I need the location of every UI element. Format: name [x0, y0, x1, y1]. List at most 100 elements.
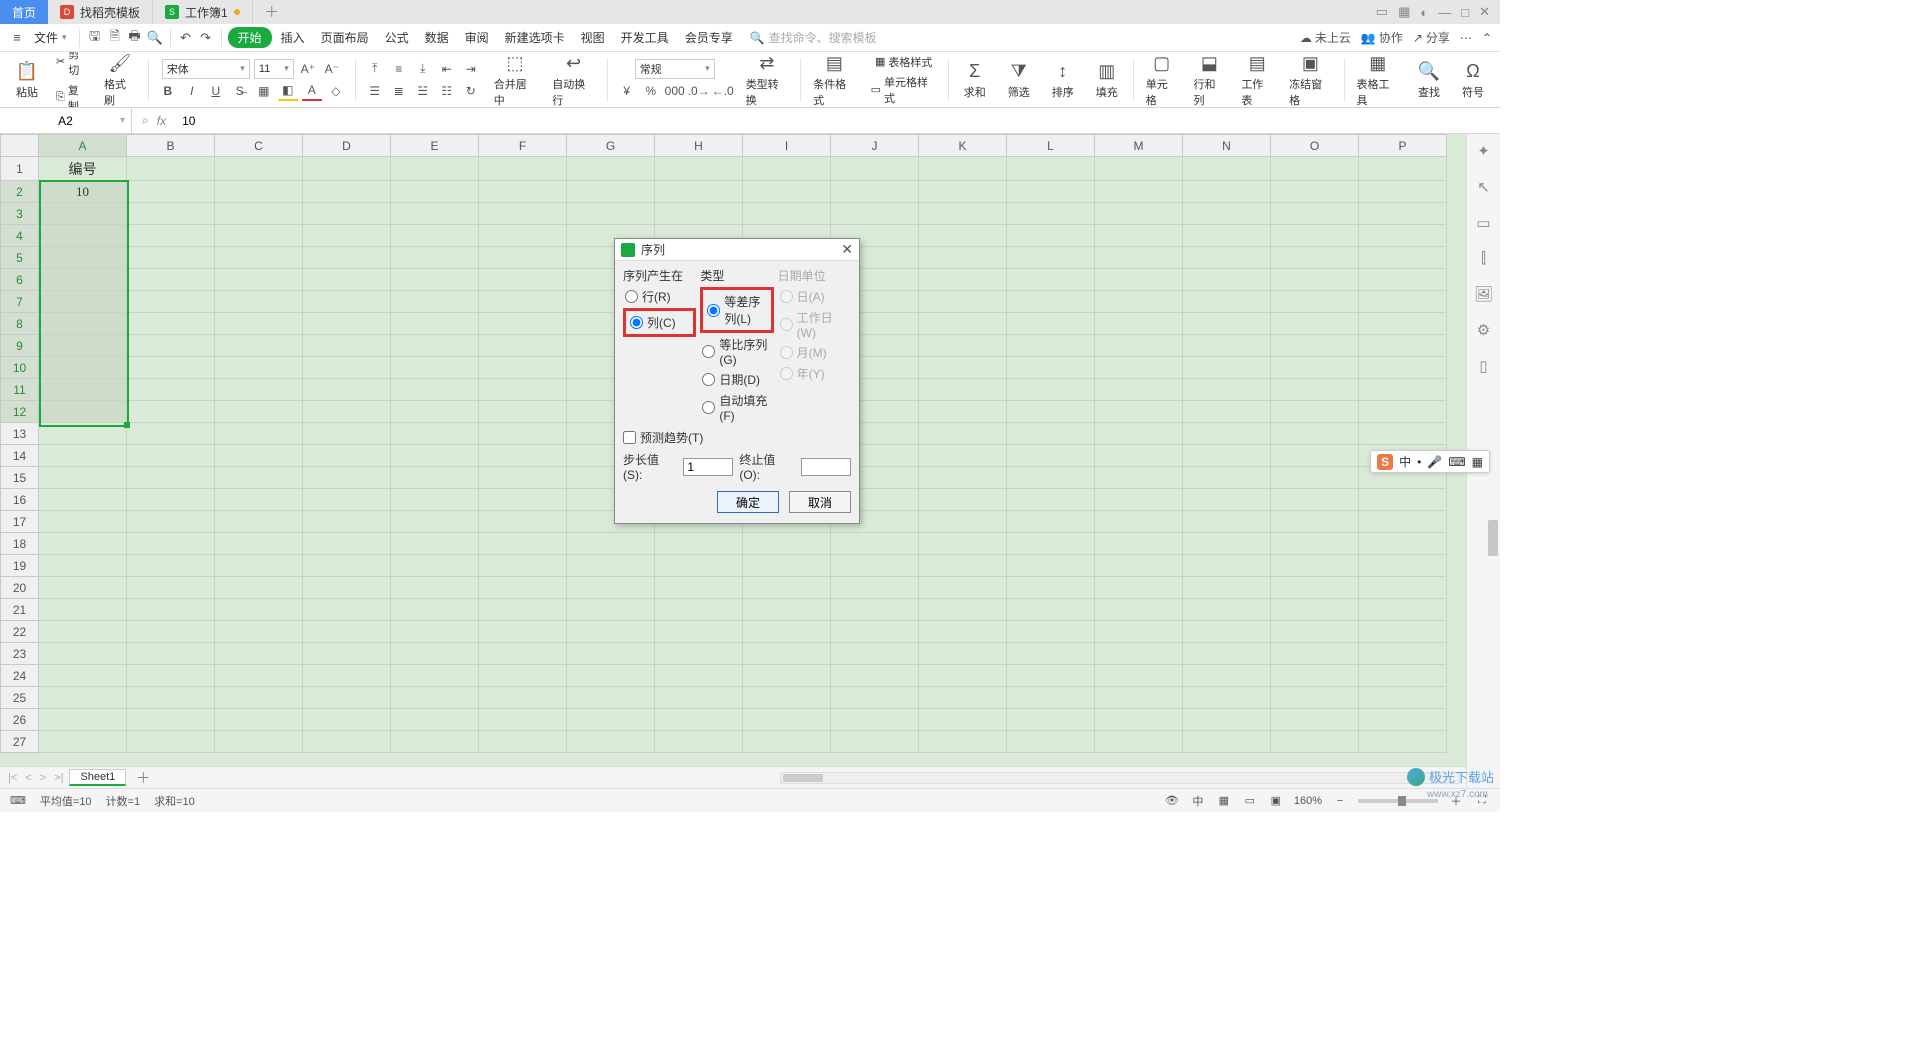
cell[interactable] — [919, 157, 1007, 181]
cell[interactable] — [831, 533, 919, 555]
print-icon[interactable]: 🖶 — [126, 27, 144, 49]
cell[interactable] — [303, 621, 391, 643]
cell[interactable] — [1183, 489, 1271, 511]
cell[interactable] — [919, 203, 1007, 225]
view-page-icon[interactable]: ▭ — [1242, 794, 1258, 807]
cell[interactable] — [1271, 709, 1359, 731]
zoom-out-icon[interactable]: − — [1332, 795, 1348, 807]
cell[interactable] — [215, 313, 303, 335]
cell[interactable] — [391, 533, 479, 555]
sheet-last-icon[interactable]: >| — [52, 772, 65, 784]
cell[interactable] — [1271, 225, 1359, 247]
orientation-icon[interactable]: ↻ — [461, 81, 481, 101]
cell[interactable] — [831, 731, 919, 753]
cell[interactable] — [743, 665, 831, 687]
cell[interactable] — [743, 687, 831, 709]
cell[interactable] — [1359, 225, 1447, 247]
cell[interactable] — [1183, 313, 1271, 335]
chinese-icon[interactable]: 中 — [1190, 793, 1206, 809]
cell[interactable] — [1183, 555, 1271, 577]
select-all-corner[interactable] — [1, 135, 39, 157]
cell[interactable] — [127, 599, 215, 621]
cell[interactable] — [127, 181, 215, 203]
cell[interactable] — [391, 555, 479, 577]
cell[interactable] — [39, 467, 127, 489]
col-header[interactable]: M — [1095, 135, 1183, 157]
cell[interactable] — [479, 555, 567, 577]
cell[interactable] — [1007, 687, 1095, 709]
cell[interactable] — [215, 401, 303, 423]
cell[interactable] — [39, 555, 127, 577]
cell[interactable] — [919, 643, 1007, 665]
tab-workbook[interactable]: S工作簿1 — [153, 0, 253, 24]
cell[interactable] — [127, 357, 215, 379]
cell[interactable] — [391, 599, 479, 621]
cell[interactable] — [831, 599, 919, 621]
cell[interactable] — [391, 643, 479, 665]
cell[interactable] — [1359, 313, 1447, 335]
cell[interactable] — [919, 335, 1007, 357]
sheet-first-icon[interactable]: |< — [6, 772, 19, 784]
cell[interactable] — [1095, 533, 1183, 555]
cell[interactable] — [215, 181, 303, 203]
redo-icon[interactable]: ↷ — [197, 30, 215, 46]
strike-icon[interactable]: S̶ — [230, 81, 250, 101]
cell[interactable] — [567, 157, 655, 181]
ime-punc[interactable]: • — [1417, 455, 1421, 469]
indent-inc-icon[interactable]: ⇥ — [461, 59, 481, 79]
cell[interactable] — [655, 555, 743, 577]
sort-button[interactable]: ↕排序 — [1046, 57, 1080, 102]
thousands-icon[interactable]: 000 — [665, 81, 685, 101]
cell[interactable] — [1007, 291, 1095, 313]
cell[interactable] — [127, 643, 215, 665]
cell[interactable] — [919, 489, 1007, 511]
cell[interactable] — [1095, 225, 1183, 247]
cell[interactable] — [1271, 423, 1359, 445]
cell[interactable] — [127, 533, 215, 555]
menu-start[interactable]: 开始 — [228, 27, 272, 48]
cell[interactable] — [127, 379, 215, 401]
row-header[interactable]: 21 — [1, 599, 39, 621]
cell[interactable] — [39, 709, 127, 731]
cell[interactable] — [1007, 269, 1095, 291]
row-header[interactable]: 7 — [1, 291, 39, 313]
cell[interactable] — [479, 533, 567, 555]
cell[interactable] — [1359, 643, 1447, 665]
col-header[interactable]: F — [479, 135, 567, 157]
col-header[interactable]: C — [215, 135, 303, 157]
cell[interactable] — [1007, 313, 1095, 335]
row-header[interactable]: 20 — [1, 577, 39, 599]
paste-button[interactable]: 📋粘贴 — [10, 57, 44, 102]
cell[interactable] — [919, 533, 1007, 555]
bold-icon[interactable]: B — [158, 81, 178, 101]
cell[interactable] — [1095, 467, 1183, 489]
cell[interactable] — [303, 247, 391, 269]
sparkle-icon[interactable]: ✦ — [1477, 142, 1490, 160]
cell[interactable] — [919, 665, 1007, 687]
cell[interactable] — [1359, 247, 1447, 269]
cell[interactable] — [479, 489, 567, 511]
cell[interactable] — [1183, 157, 1271, 181]
cell[interactable] — [1359, 489, 1447, 511]
col-header[interactable]: A — [39, 135, 127, 157]
ime-lang[interactable]: 中 — [1399, 453, 1411, 470]
cell[interactable] — [1271, 665, 1359, 687]
cell[interactable]: 10 — [39, 181, 127, 203]
cell[interactable] — [127, 731, 215, 753]
cell[interactable] — [919, 577, 1007, 599]
cell[interactable] — [215, 445, 303, 467]
cell[interactable] — [215, 225, 303, 247]
cell[interactable] — [1359, 533, 1447, 555]
menu-newtab[interactable]: 新建选项卡 — [498, 26, 572, 49]
justify-icon[interactable]: ☷ — [437, 81, 457, 101]
cell[interactable] — [1095, 489, 1183, 511]
cell[interactable] — [1007, 445, 1095, 467]
cell[interactable] — [1359, 555, 1447, 577]
cell[interactable] — [127, 401, 215, 423]
cell[interactable] — [215, 423, 303, 445]
col-header[interactable]: K — [919, 135, 1007, 157]
menu-layout[interactable]: 页面布局 — [314, 26, 376, 49]
cell[interactable] — [303, 665, 391, 687]
radio-date[interactable]: 日期(D) — [700, 369, 773, 390]
row-header[interactable]: 23 — [1, 643, 39, 665]
